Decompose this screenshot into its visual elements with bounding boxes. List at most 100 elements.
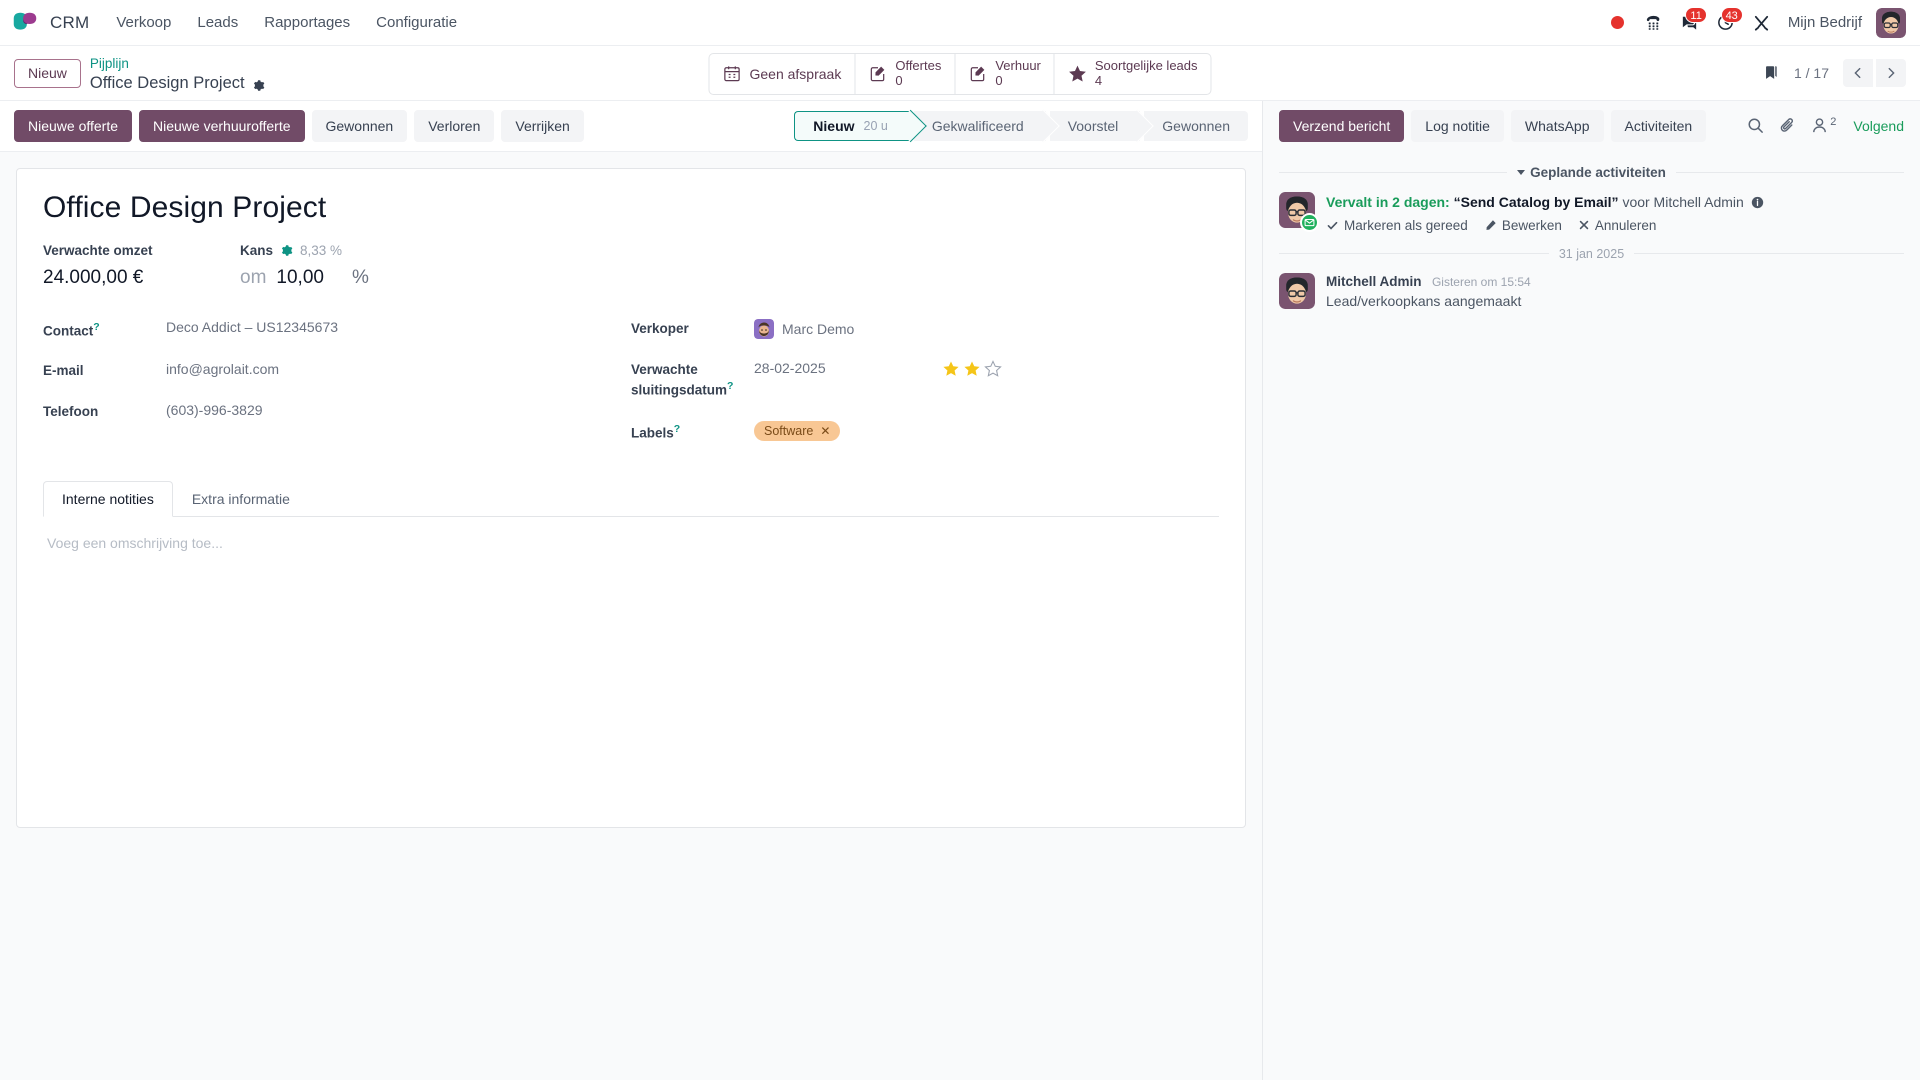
stage-nieuw-duration: 20 u <box>863 118 888 133</box>
log-note-button[interactable]: Log notitie <box>1411 109 1504 142</box>
form-action-header: Nieuwe offerte Nieuwe verhuurofferte Gew… <box>0 100 1262 152</box>
field-expected-closing-value[interactable]: 28-02-2025 <box>754 360 826 376</box>
notebook-body[interactable]: Voeg een omschrijving toe... <box>43 517 1219 569</box>
activity-mark-done-button[interactable]: Markeren als gereed <box>1326 218 1468 233</box>
activities-badge: 43 <box>1720 6 1743 23</box>
help-icon[interactable]: ? <box>727 380 733 392</box>
breadcrumb-parent-pijplijn[interactable]: Pijplijn <box>90 56 265 73</box>
pager-next-button[interactable] <box>1876 59 1906 87</box>
activity-summary: “Send Catalog by Email” <box>1453 193 1619 210</box>
field-contact-value[interactable]: Deco Addict – US12345673 <box>166 319 338 335</box>
nav-item-rapportages[interactable]: Rapportages <box>251 8 363 37</box>
field-tags-value[interactable]: Software ✕ <box>754 420 841 441</box>
nav-item-leads[interactable]: Leads <box>184 8 251 37</box>
phone-dialpad-icon[interactable] <box>1638 7 1670 39</box>
stat-button-similar-leads[interactable]: Soortgelijke leads 4 <box>1055 54 1211 94</box>
message-time: Gisteren om 15:54 <box>1431 274 1531 289</box>
scheduled-activities-toggle[interactable]: Geplande activiteiten <box>1517 165 1666 180</box>
activities-button[interactable]: Activiteiten <box>1610 109 1707 142</box>
help-icon[interactable]: ? <box>93 321 99 333</box>
priority-star-3-empty[interactable] <box>983 359 1002 378</box>
probability-unit: % <box>351 266 369 288</box>
field-salesperson-value-wrap[interactable]: Marc Demo <box>754 318 854 339</box>
field-phone: Telefoon (603)-996-3829 <box>43 402 631 421</box>
enrich-button[interactable]: Verrijken <box>501 109 584 142</box>
pager-previous-button[interactable] <box>1843 59 1873 87</box>
mark-lost-button[interactable]: Verloren <box>414 109 495 142</box>
mark-won-button[interactable]: Gewonnen <box>311 109 408 142</box>
field-salesperson: Verkoper Marc Demo <box>631 318 1219 339</box>
page-title[interactable]: Office Design Project <box>43 191 1219 225</box>
new-rental-quotation-button[interactable]: Nieuwe verhuurofferte <box>139 109 305 142</box>
bookmark-save-icon[interactable] <box>1756 58 1786 88</box>
tab-interne-notities[interactable]: Interne notities <box>43 481 173 518</box>
search-icon[interactable] <box>1746 116 1765 135</box>
stage-gewonnen[interactable]: Gewonnen <box>1144 110 1248 141</box>
followers-icon[interactable]: 2 <box>1810 116 1836 135</box>
priority-star-1-filled[interactable] <box>942 360 960 378</box>
app-name[interactable]: CRM <box>46 13 103 33</box>
nav-item-verkoop[interactable]: Verkoop <box>103 8 184 37</box>
fields-right-column: Verkoper Marc Demo Verwachte sluitingsda… <box>631 318 1219 464</box>
field-email-value[interactable]: info@agrolait.com <box>166 361 279 377</box>
star-icon <box>1068 64 1087 83</box>
tag-software[interactable]: Software ✕ <box>754 420 841 441</box>
date-separator: 31 jan 2025 <box>1279 247 1904 261</box>
probability-at-label: om <box>240 266 267 288</box>
pager-value[interactable]: 1 / 17 <box>1788 65 1841 81</box>
stat-button-meeting[interactable]: Geen afspraak <box>709 54 856 94</box>
expected-revenue-value[interactable]: 24.000,00 € <box>43 267 143 288</box>
odoo-logo-icon[interactable] <box>10 8 40 38</box>
gear-icon[interactable] <box>252 77 265 91</box>
calendar-icon <box>722 64 741 83</box>
avatar[interactable] <box>1876 7 1906 38</box>
company-name[interactable]: Mijn Bedrijf <box>1782 14 1872 31</box>
new-record-button[interactable]: Nieuw <box>14 59 81 89</box>
stage-gekwalificeerd[interactable]: Gekwalificeerd <box>913 110 1046 141</box>
whatsapp-button[interactable]: WhatsApp <box>1510 109 1604 142</box>
probability-gear-icon[interactable] <box>280 244 293 257</box>
help-icon[interactable]: ? <box>674 423 680 435</box>
field-phone-label: Telefoon <box>43 403 99 419</box>
stat-button-similar-leads-text: Soortgelijke leads 4 <box>1095 58 1198 89</box>
activity-mark-done-label: Markeren als gereed <box>1344 217 1468 233</box>
follow-toggle[interactable]: Volgend <box>1849 118 1904 134</box>
field-phone-value[interactable]: (603)-996-3829 <box>166 402 263 418</box>
info-icon[interactable] <box>1751 196 1764 212</box>
stage-nieuw[interactable]: Nieuw 20 u <box>794 110 910 141</box>
tools-icon[interactable] <box>1746 7 1778 39</box>
paperclip-icon[interactable] <box>1778 116 1797 135</box>
field-contact-label: Contact? <box>43 319 166 341</box>
send-message-button[interactable]: Verzend bericht <box>1279 109 1405 142</box>
stat-button-quotations[interactable]: Offertes 0 <box>855 54 956 94</box>
stage-voorstel[interactable]: Voorstel <box>1049 110 1141 141</box>
cross-icon <box>1579 220 1589 230</box>
message-item: Mitchell Admin Gisteren om 15:54 Lead/ve… <box>1279 272 1904 309</box>
notebook-tabs: Interne notities Extra informatie <box>43 481 1219 518</box>
stage-nieuw-label: Nieuw <box>813 117 855 134</box>
probability-value[interactable]: 10,00 <box>276 267 324 289</box>
chevron-down-icon <box>1517 169 1526 175</box>
internal-notes-placeholder[interactable]: Voeg een omschrijving toe... <box>47 535 1215 551</box>
date-line-left <box>1279 253 1549 255</box>
stat-button-rental[interactable]: Verhuur 0 <box>955 54 1055 94</box>
stat-button-rental-value: 0 <box>995 72 1003 88</box>
date-separator-label: 31 jan 2025 <box>1558 246 1625 261</box>
message-body: Lead/verkoopkans aangemaakt <box>1326 292 1522 309</box>
pipeline-statusbar: Nieuw 20 u Gekwalificeerd Voorstel Gewon… <box>794 110 1248 141</box>
close-icon[interactable]: ✕ <box>820 424 830 438</box>
new-quotation-button[interactable]: Nieuwe offerte <box>14 109 133 142</box>
field-expected-closing: Verwachte sluitingsdatum? 28-02-2025 <box>631 360 1219 400</box>
message-author[interactable]: Mitchell Admin <box>1326 274 1422 289</box>
activities-clock-icon[interactable]: 43 <box>1710 6 1743 39</box>
priority-star-2-filled[interactable] <box>963 360 981 378</box>
priority-stars[interactable] <box>942 359 1002 378</box>
activity-cancel-button[interactable]: Annuleren <box>1578 218 1656 233</box>
nav-item-configuratie[interactable]: Configuratie <box>363 8 470 37</box>
record-sheet: Office Design Project Verwachte omzet 24… <box>16 167 1246 828</box>
expected-revenue-label: Verwachte omzet <box>43 242 153 258</box>
tab-extra-informatie[interactable]: Extra informatie <box>173 481 309 517</box>
messages-icon[interactable]: 11 <box>1674 6 1707 39</box>
record-dot-icon[interactable] <box>1602 7 1634 39</box>
activity-edit-button[interactable]: Bewerken <box>1484 218 1562 233</box>
